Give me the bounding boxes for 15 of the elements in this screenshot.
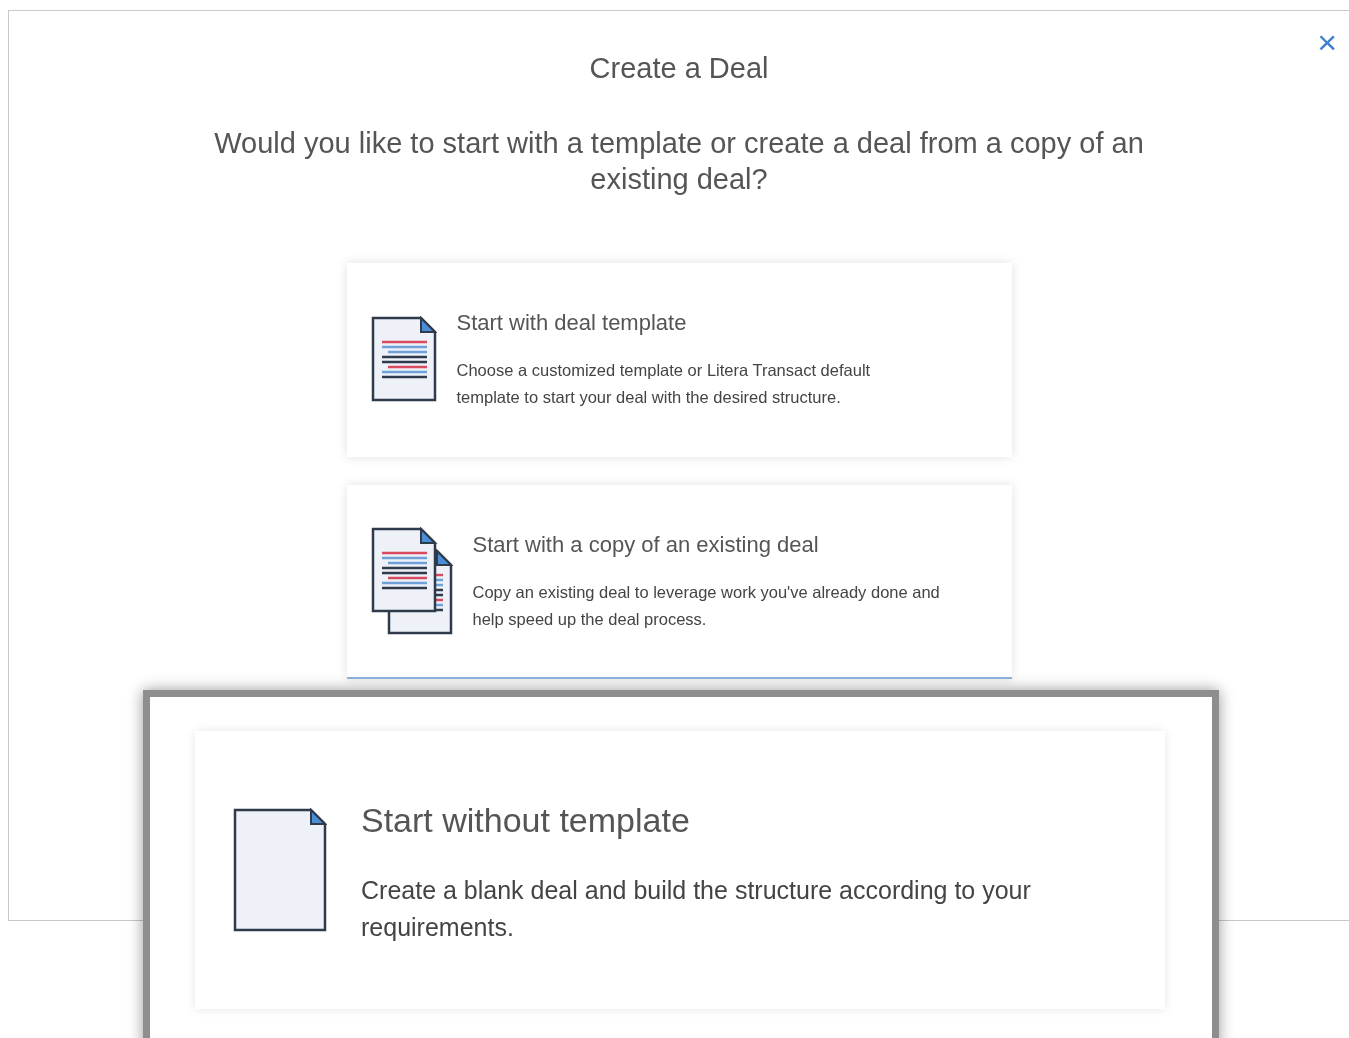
close-button[interactable]: ×	[1313, 25, 1341, 59]
dialog-title: Create a Deal	[589, 51, 769, 86]
option-title: Start without template	[361, 799, 691, 841]
option-card[interactable]: Start with deal template Choose a customized template or Litera Transact default template to start your deal with the desired structure.	[346, 262, 1012, 457]
option-card[interactable]: Start with a copy of an existing deal Copy an existing deal to leverage work you've already done and help speed up the deal process.	[346, 484, 1012, 679]
option-description: Create a blank deal and build the structure according to your requirements.	[361, 874, 1032, 943]
document-icon	[370, 315, 437, 402]
question-text: Would you like to start with a template or create a deal from a copy of an existing deal?	[213, 125, 1145, 197]
blank-document-icon	[233, 808, 327, 932]
option-title: Start with a copy of an existing deal	[472, 531, 820, 559]
option-title: Start with deal template	[456, 309, 688, 337]
option-description: Choose a customized template or Litera Transact default template to start your deal with the desired structure.	[456, 360, 872, 408]
option-description: Copy an existing deal to leverage work you've already done and help speed up the deal process.	[472, 582, 941, 630]
option-card[interactable]: Start without template Create a blank deal and build the structure according to your requirements.	[195, 731, 1165, 1009]
documents-icon	[370, 526, 453, 635]
